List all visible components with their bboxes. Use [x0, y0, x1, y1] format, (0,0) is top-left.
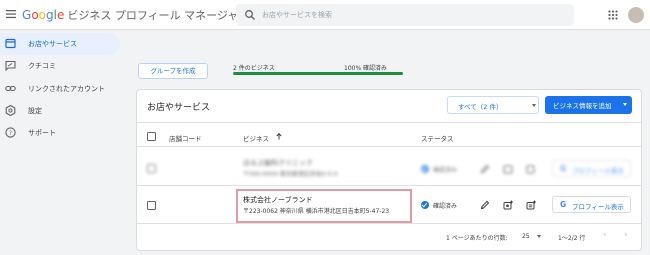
status-text: 確認済み [433, 203, 458, 210]
view-profile-button-label: プロフィール表示 [572, 167, 624, 175]
row-checkbox[interactable] [147, 164, 156, 173]
sidebar-item-settings[interactable]: 設定 [0, 100, 120, 122]
filter-dropdown-value: すべて（2 件） [458, 103, 503, 111]
sidebar-item-support[interactable]: ? サポート [0, 122, 120, 144]
edit-pencil-icon[interactable] [480, 200, 490, 210]
add-business-button[interactable]: ビジネス情報を追加 [545, 96, 632, 114]
highlight-annotation-box [236, 189, 412, 223]
divider [137, 146, 641, 147]
svg-text:?: ? [9, 130, 12, 137]
edit-pencil-icon[interactable] [480, 164, 490, 174]
divider [137, 223, 641, 224]
avatar[interactable] [628, 7, 644, 23]
sidebar: お店やサービス クチコミ リンクされたアカウント 設定 ? サポート [0, 31, 126, 255]
top-app-bar: Google ビジネス プロフィール マネージャ [0, 0, 650, 30]
google-logo-letter: G [22, 8, 32, 22]
google-logo-letter: o [31, 8, 39, 22]
verified-percent-label: 100% 確認済み [344, 65, 388, 72]
verification-progress-bar [233, 72, 403, 75]
view-profile-button[interactable]: G プロフィール表示 [552, 196, 631, 213]
verified-check-icon [421, 201, 429, 209]
view-profile-button-label: プロフィール表示 [572, 203, 624, 211]
view-profile-button[interactable]: G プロフィール表示 [552, 160, 631, 177]
google-logo-letter: e [56, 8, 65, 22]
sidebar-item-label: 設定 [28, 107, 42, 115]
business-count-label: 2 件のビジネス [233, 65, 275, 72]
business-name: ほるぷ歯科クリニック [243, 159, 313, 167]
business-address: 〒000-0000 東京都港区赤坂0-0-0 [243, 171, 338, 178]
help-icon: ? [5, 127, 16, 138]
storefront-icon [5, 38, 16, 49]
verified-check-icon [421, 165, 429, 173]
add-photo-icon[interactable] [503, 164, 513, 174]
hamburger-menu-icon[interactable] [6, 9, 16, 19]
app-title: ビジネス プロフィール マネージャ [67, 9, 239, 22]
search-icon [245, 10, 255, 20]
businesses-card: お店やサービス すべて（2 件） ビジネス情報を追加 店舗コード ビジネス ステ… [136, 89, 642, 251]
search-input[interactable] [262, 7, 562, 23]
select-all-checkbox[interactable] [147, 132, 156, 141]
filter-dropdown[interactable]: すべて（2 件） [447, 96, 539, 114]
add-photo-icon[interactable] [503, 200, 513, 210]
create-group-button[interactable]: グループを作成 [138, 63, 208, 79]
previous-page-icon[interactable]: ‹ [603, 230, 607, 240]
chevron-down-icon [623, 103, 627, 106]
rows-per-page-label: 1 ページあたりの行数: [446, 235, 508, 242]
divider [137, 122, 641, 123]
column-header-store-code[interactable]: 店舗コード [169, 133, 202, 143]
apps-grid-icon[interactable] [608, 10, 618, 20]
add-post-icon[interactable] [526, 164, 536, 174]
chevron-down-icon[interactable] [537, 235, 541, 238]
divider [137, 185, 641, 186]
sidebar-item-businesses[interactable]: お店やサービス [0, 33, 120, 55]
row-checkbox[interactable] [147, 201, 156, 210]
verification-progress-fill [233, 72, 403, 75]
card-title: お店やサービス [147, 103, 211, 113]
google-logo-letter: g [46, 8, 54, 22]
chevron-down-icon [532, 104, 536, 107]
sidebar-item-reviews[interactable]: クチコミ [0, 55, 120, 77]
google-logo-letter: o [38, 8, 46, 22]
google-g-icon: G [560, 200, 567, 209]
sidebar-item-label: クチコミ [28, 62, 56, 70]
google-g-icon: G [560, 164, 567, 173]
pagination-range: 1〜2/2 行 [558, 235, 586, 242]
sidebar-item-label: リンクされたアカウント [28, 85, 105, 93]
status-text: 確認済み [433, 167, 458, 174]
link-icon [5, 85, 16, 92]
sidebar-item-linked-accounts[interactable]: リンクされたアカウント [0, 78, 120, 100]
next-page-icon[interactable]: › [624, 230, 628, 240]
gear-icon [5, 105, 16, 116]
review-icon [5, 60, 16, 71]
add-post-icon[interactable] [526, 200, 536, 210]
add-business-button-label: ビジネス情報を追加 [553, 102, 612, 110]
sort-arrow-up-icon[interactable] [276, 133, 282, 140]
search-bar[interactable] [236, 4, 574, 26]
rows-per-page-select[interactable]: 25 [522, 233, 530, 240]
app-brand[interactable]: Google ビジネス プロフィール マネージャ [22, 8, 238, 23]
sidebar-item-label: サポート [28, 129, 56, 137]
column-header-status[interactable]: ステータス [421, 133, 454, 143]
column-header-business[interactable]: ビジネス [243, 133, 269, 143]
sidebar-item-label: お店やサービス [28, 40, 77, 48]
